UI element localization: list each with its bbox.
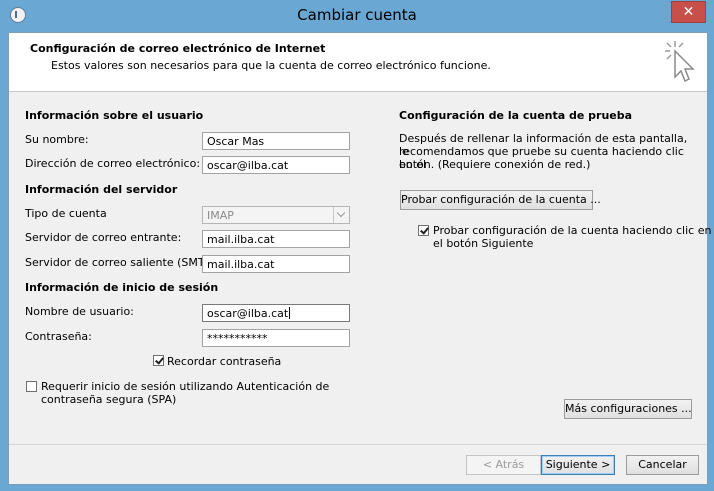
- user-info-heading: Información sobre el usuario: [25, 109, 204, 122]
- test-description-line3: botón. (Requiere conexión de red.): [399, 158, 591, 171]
- cancel-button[interactable]: Cancelar: [626, 455, 699, 475]
- username-label: Nombre de usuario:: [25, 305, 134, 318]
- auto-test-checkbox[interactable]: [418, 225, 429, 236]
- auto-test-label-line2[interactable]: el botón Siguiente: [433, 237, 533, 250]
- password-input[interactable]: ***********: [202, 329, 350, 347]
- outgoing-server-label: Servidor de correo saliente (SMTP):: [25, 256, 220, 269]
- username-input[interactable]: oscar@ilba.cat: [202, 304, 350, 322]
- test-settings-heading: Configuración de la cuenta de prueba: [399, 109, 633, 122]
- dialog-header: Configuración de correo electrónico de I…: [9, 33, 707, 92]
- username-value: oscar@ilba.cat: [207, 307, 289, 320]
- login-info-heading: Información de inicio de sesión: [25, 281, 219, 294]
- title-bar[interactable]: Cambiar cuenta ✕: [0, 0, 714, 32]
- header-subtitle: Estos valores son necesarios para que la…: [51, 59, 491, 72]
- email-input[interactable]: oscar@ilba.cat: [202, 156, 350, 174]
- test-account-settings-button[interactable]: Probar configuración de la cuenta ...: [400, 190, 601, 210]
- window-title: Cambiar cuenta: [297, 6, 417, 24]
- next-button[interactable]: Siguiente >: [541, 455, 615, 475]
- chevron-down-icon: [333, 207, 349, 223]
- password-label: Contraseña:: [25, 330, 92, 343]
- name-input[interactable]: Oscar Mas: [202, 132, 350, 150]
- outgoing-server-input[interactable]: mail.ilba.cat: [202, 255, 350, 273]
- email-label: Dirección de correo electrónico:: [25, 157, 201, 170]
- change-account-window: Cambiar cuenta ✕ Configuración de correo…: [0, 0, 714, 491]
- account-type-select: IMAP: [202, 206, 350, 224]
- footer-divider: [9, 444, 707, 445]
- text-caret: [289, 307, 291, 319]
- incoming-server-input[interactable]: mail.ilba.cat: [202, 230, 350, 248]
- remember-password-checkbox[interactable]: [153, 355, 164, 366]
- spa-label-line1[interactable]: Requerir inicio de sesión utilizando Aut…: [41, 380, 329, 393]
- server-info-heading: Información del servidor: [25, 183, 178, 196]
- close-button[interactable]: ✕: [671, 1, 706, 23]
- auto-test-label-line1[interactable]: Probar configuración de la cuenta hacien…: [433, 224, 711, 237]
- more-settings-button[interactable]: Más configuraciones ...: [564, 399, 692, 419]
- name-label: Su nombre:: [25, 133, 89, 146]
- spa-label-line2[interactable]: contraseña segura (SPA): [41, 393, 176, 406]
- account-type-label: Tipo de cuenta: [25, 207, 107, 220]
- account-type-value: IMAP: [207, 209, 234, 222]
- dialog-body: Configuración de correo electrónico de I…: [8, 32, 711, 485]
- spa-checkbox[interactable]: [26, 381, 37, 392]
- back-button: < Atrás: [466, 455, 541, 475]
- incoming-server-label: Servidor de correo entrante:: [25, 231, 182, 244]
- click-cursor-icon: [665, 41, 695, 83]
- remember-password-label[interactable]: Recordar contraseña: [167, 355, 281, 368]
- header-title: Configuración de correo electrónico de I…: [30, 42, 326, 55]
